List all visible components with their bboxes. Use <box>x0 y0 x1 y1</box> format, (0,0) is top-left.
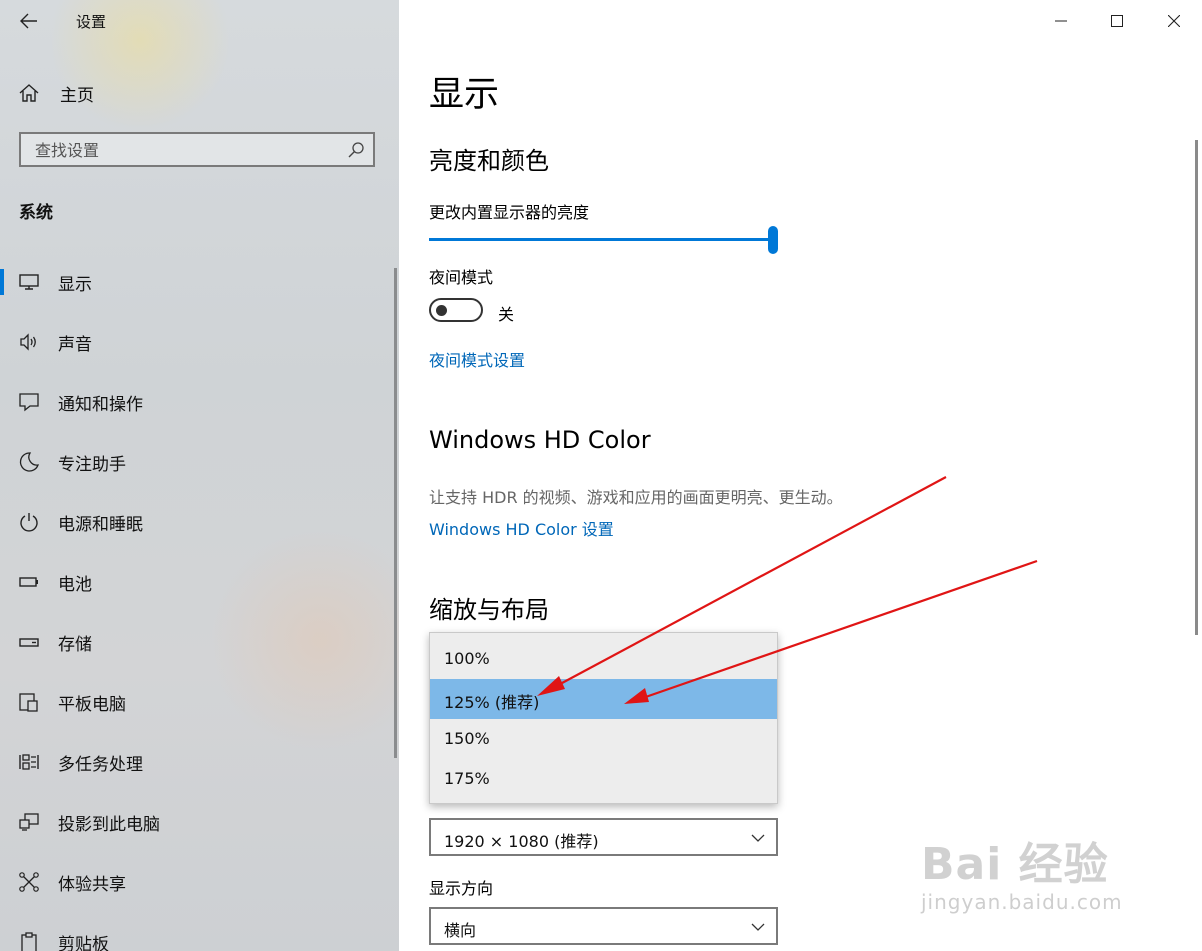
sidebar-item-label: 主页 <box>60 86 94 106</box>
notification-icon <box>19 393 39 412</box>
night-mode-settings-link[interactable]: 夜间模式设置 <box>429 347 525 371</box>
sidebar-item-focus-assist[interactable]: 专注助手 <box>0 437 399 487</box>
brightness-label: 更改内置显示器的亮度 <box>429 203 590 222</box>
scale-option-label: 100% <box>444 649 490 668</box>
app-title: 设置 <box>76 13 107 31</box>
section-title-scale-layout: 缩放与布局 <box>429 596 549 624</box>
scale-option-label: 150% <box>444 729 490 748</box>
orientation-dropdown[interactable]: 横向 <box>429 907 778 945</box>
main-panel: 显示 亮度和颜色 更改内置显示器的亮度 夜间模式 关 夜间模式设置 Window… <box>399 0 1202 951</box>
sidebar-item-label: 电源和睡眠 <box>58 515 143 535</box>
sidebar-item-power[interactable]: 电源和睡眠 <box>0 497 399 547</box>
sidebar-item-label: 专注助手 <box>58 455 126 475</box>
scale-option-label: 125% (推荐) <box>444 693 540 712</box>
minimize-button[interactable] <box>1046 8 1076 34</box>
scale-option-100[interactable]: 100% <box>430 639 777 679</box>
sidebar: 设置 主页 系统 显示 声音 通知和操作 <box>0 0 399 951</box>
brightness-slider-track[interactable] <box>429 238 774 241</box>
back-button[interactable] <box>14 8 44 34</box>
scale-option-label: 175% <box>444 769 490 788</box>
battery-icon <box>19 577 38 587</box>
scale-dropdown-list[interactable]: 100% 125% (推荐) 150% 175% <box>429 632 778 804</box>
sidebar-item-label: 通知和操作 <box>58 395 143 415</box>
tablet-icon <box>19 693 38 712</box>
scale-option-125-selected[interactable]: 125% (推荐) <box>430 679 777 719</box>
power-icon <box>20 513 38 532</box>
section-title-brightness: 亮度和颜色 <box>429 147 549 175</box>
storage-icon <box>19 638 39 647</box>
chevron-down-icon <box>751 923 765 931</box>
sidebar-item-home[interactable]: 主页 <box>0 72 399 112</box>
brightness-slider-thumb[interactable] <box>768 226 778 254</box>
search-box[interactable] <box>19 132 375 167</box>
chevron-down-icon <box>751 834 765 842</box>
minimize-icon <box>1055 20 1067 22</box>
sidebar-item-notifications[interactable]: 通知和操作 <box>0 377 399 427</box>
toggle-knob <box>436 305 447 316</box>
sidebar-item-shared-experiences[interactable]: 体验共享 <box>0 857 399 907</box>
close-icon <box>1168 15 1180 27</box>
project-icon <box>19 813 39 831</box>
share-icon <box>19 872 39 892</box>
orientation-label: 显示方向 <box>429 879 494 898</box>
search-icon[interactable] <box>347 141 365 159</box>
hd-color-description: 让支持 HDR 的视频、游戏和应用的画面更明亮、更生动。 <box>429 488 843 507</box>
home-icon <box>19 84 39 102</box>
multitask-icon <box>19 754 39 770</box>
sidebar-item-label: 显示 <box>58 275 92 295</box>
hd-color-settings-link[interactable]: Windows HD Color 设置 <box>429 516 614 540</box>
sidebar-section-title: 系统 <box>19 203 53 223</box>
sidebar-item-label: 剪贴板 <box>58 935 109 951</box>
search-input[interactable] <box>21 134 357 167</box>
sidebar-scrollbar[interactable] <box>394 268 397 758</box>
sidebar-item-storage[interactable]: 存储 <box>0 617 399 667</box>
scale-option-175[interactable]: 175% <box>430 759 777 799</box>
sidebar-item-label: 存储 <box>58 635 92 655</box>
resolution-dropdown[interactable]: 1920 × 1080 (推荐) <box>429 818 778 856</box>
main-scrollbar[interactable] <box>1195 140 1198 635</box>
page-title: 显示 <box>429 75 500 115</box>
speaker-icon <box>20 333 36 351</box>
moon-icon <box>19 452 39 472</box>
sidebar-item-label: 体验共享 <box>58 875 126 895</box>
night-mode-label: 夜间模式 <box>429 268 494 287</box>
night-mode-state: 关 <box>498 305 515 324</box>
orientation-value: 横向 <box>444 921 477 940</box>
scale-option-150[interactable]: 150% <box>430 719 777 759</box>
sidebar-item-battery[interactable]: 电池 <box>0 557 399 607</box>
maximize-button[interactable] <box>1102 8 1132 34</box>
sidebar-item-label: 平板电脑 <box>58 695 126 715</box>
maximize-icon <box>1111 15 1123 27</box>
sidebar-item-label: 投影到此电脑 <box>58 815 160 835</box>
sidebar-item-multitasking[interactable]: 多任务处理 <box>0 737 399 787</box>
night-mode-toggle[interactable] <box>429 298 483 322</box>
sidebar-item-tablet[interactable]: 平板电脑 <box>0 677 399 727</box>
sidebar-item-clipboard[interactable]: 剪贴板 <box>0 917 399 951</box>
sidebar-item-label: 多任务处理 <box>58 755 143 775</box>
back-arrow-icon <box>20 13 37 29</box>
section-title-hd-color: Windows HD Color <box>429 426 651 454</box>
sidebar-item-display[interactable]: 显示 <box>0 257 399 307</box>
sidebar-item-sound[interactable]: 声音 <box>0 317 399 367</box>
resolution-value: 1920 × 1080 (推荐) <box>444 832 599 851</box>
sidebar-item-label: 声音 <box>58 335 92 355</box>
monitor-icon <box>19 274 39 290</box>
clipboard-icon <box>21 932 37 951</box>
sidebar-item-project[interactable]: 投影到此电脑 <box>0 797 399 847</box>
close-button[interactable] <box>1159 8 1189 34</box>
sidebar-item-label: 电池 <box>58 575 92 595</box>
